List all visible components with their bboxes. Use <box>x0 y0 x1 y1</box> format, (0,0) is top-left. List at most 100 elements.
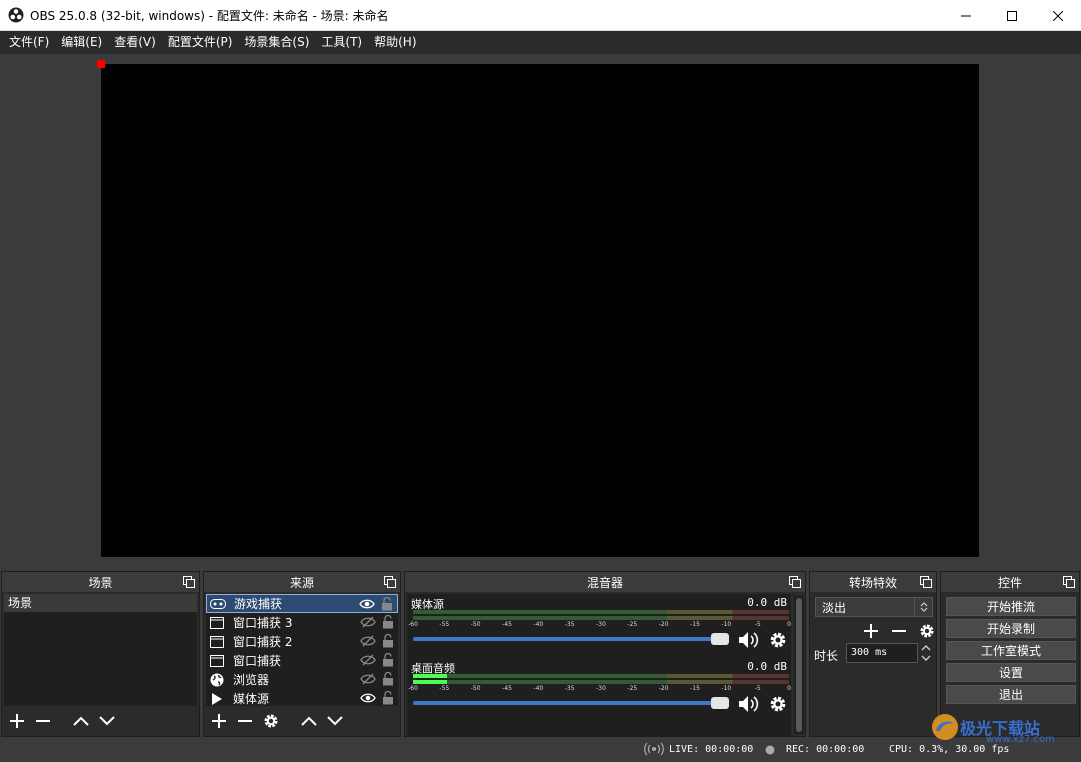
sources-dock: 来源 游戏捕获 窗口捕获 3 窗口捕获 2 窗口捕获 浏览器 媒体源 <box>203 571 401 737</box>
lock-open-icon[interactable] <box>382 615 394 629</box>
source-item-window-capture-2[interactable]: 窗口捕获 2 <box>206 632 398 651</box>
controls-title: 控件 <box>997 575 1022 590</box>
eye-hidden-icon[interactable] <box>360 635 376 647</box>
source-item-window-capture-3[interactable]: 窗口捕获 3 <box>206 613 398 632</box>
float-dock-icon[interactable] <box>384 576 396 588</box>
tick-label: -60 <box>408 621 418 628</box>
gear-icon[interactable] <box>769 631 787 649</box>
eye-hidden-icon[interactable] <box>360 616 376 628</box>
duration-spinner[interactable] <box>918 643 934 663</box>
volume-slider[interactable] <box>413 696 729 710</box>
volume-slider[interactable] <box>413 632 729 646</box>
tick-label: -15 <box>690 621 700 628</box>
scrollbar-thumb[interactable] <box>796 598 802 732</box>
menu-profile[interactable]: 配置文件(P) <box>162 31 239 54</box>
menu-bar: 文件(F) 编辑(E) 查看(V) 配置文件(P) 场景集合(S) 工具(T) … <box>0 31 1081 54</box>
studio-mode-button[interactable]: 工作室模式 <box>946 641 1076 660</box>
add-scene-button[interactable] <box>6 710 28 732</box>
mixer-scrollbar[interactable] <box>794 596 804 734</box>
selection-handle[interactable] <box>97 60 105 68</box>
menu-help[interactable]: 帮助(H) <box>368 31 422 54</box>
minus-icon <box>36 720 50 722</box>
lock-open-icon[interactable] <box>382 653 394 667</box>
broadcast-icon <box>644 742 664 756</box>
eye-hidden-icon[interactable] <box>360 673 376 685</box>
float-dock-icon[interactable] <box>1063 576 1075 588</box>
tick-label: -55 <box>439 685 450 692</box>
move-scene-up-button[interactable] <box>70 710 92 732</box>
rec-status: REC: 00:00:00 <box>786 744 865 755</box>
move-source-down-button[interactable] <box>324 710 346 732</box>
minimize-button[interactable] <box>943 0 989 31</box>
remove-source-button[interactable] <box>234 710 256 732</box>
mixer-channel-desktop-audio: 桌面音频 0.0 dB -60 -55 -50 -45 -40 -35 -30 -25 -20-… <box>407 658 791 720</box>
slider-thumb[interactable] <box>711 633 729 645</box>
menu-view[interactable]: 查看(V) <box>108 31 162 54</box>
gear-icon[interactable] <box>769 695 787 713</box>
scenes-dock-title: 场景 <box>2 572 199 592</box>
source-label: 窗口捕获 <box>233 654 282 668</box>
float-dock-icon[interactable] <box>183 576 195 588</box>
exit-button[interactable]: 退出 <box>946 685 1076 704</box>
move-scene-down-button[interactable] <box>96 710 118 732</box>
meter-fill <box>413 680 447 684</box>
start-recording-button[interactable]: 开始录制 <box>946 619 1076 638</box>
eye-icon[interactable] <box>360 692 376 704</box>
tick-label: -40 <box>533 621 544 628</box>
speaker-icon[interactable] <box>737 694 761 714</box>
source-item-game-capture[interactable]: 游戏捕获 <box>206 594 398 613</box>
slider-thumb[interactable] <box>711 697 729 709</box>
controls-dock-title: 控件 <box>941 572 1079 592</box>
window-icon <box>209 616 225 630</box>
float-dock-icon[interactable] <box>789 576 801 588</box>
source-label: 窗口捕获 2 <box>233 635 293 649</box>
chevron-down-icon[interactable] <box>921 655 931 661</box>
source-item-window-capture[interactable]: 窗口捕获 <box>206 651 398 670</box>
record-dot-icon <box>765 745 775 755</box>
lock-open-icon[interactable] <box>382 691 394 705</box>
close-button[interactable] <box>1035 0 1081 31</box>
window-icon <box>209 654 225 668</box>
scenes-toolbar <box>6 710 118 732</box>
minus-icon <box>892 630 906 632</box>
menu-scene-collection[interactable]: 场景集合(S) <box>238 31 315 54</box>
menu-file[interactable]: 文件(F) <box>3 31 55 54</box>
lock-open-icon[interactable] <box>382 672 394 686</box>
transition-properties-button[interactable] <box>916 620 938 642</box>
chevron-up-icon[interactable] <box>921 645 931 651</box>
lock-open-icon[interactable] <box>382 634 394 648</box>
speaker-icon[interactable] <box>737 630 761 650</box>
source-properties-button[interactable] <box>260 710 282 732</box>
float-dock-icon[interactable] <box>920 576 932 588</box>
updown-icon <box>914 598 932 616</box>
remove-transition-button[interactable] <box>888 620 910 642</box>
preview-area <box>0 54 1081 568</box>
sources-dock-title: 来源 <box>204 572 400 592</box>
eye-icon[interactable] <box>359 598 375 610</box>
source-item-browser[interactable]: 浏览器 <box>206 670 398 689</box>
duration-input[interactable]: 300 ms <box>846 643 918 663</box>
start-streaming-button[interactable]: 开始推流 <box>946 597 1076 616</box>
window-title: OBS 25.0.8 (32-bit, windows) - 配置文件: 未命名… <box>30 8 389 23</box>
scene-list: 场景 <box>4 594 197 706</box>
settings-button[interactable]: 设置 <box>946 663 1076 682</box>
source-item-media-source[interactable]: 媒体源 <box>206 689 398 708</box>
remove-scene-button[interactable] <box>32 710 54 732</box>
menu-tools[interactable]: 工具(T) <box>315 31 368 54</box>
scenes-title: 场景 <box>88 575 113 590</box>
channel-db: 0.0 dB <box>747 596 787 609</box>
title-bar: OBS 25.0.8 (32-bit, windows) - 配置文件: 未命名… <box>0 0 1081 31</box>
transition-select[interactable]: 淡出 <box>815 597 933 617</box>
add-source-button[interactable] <box>208 710 230 732</box>
move-source-up-button[interactable] <box>298 710 320 732</box>
mixer-channels: 媒体源 0.0 dB -60 -55 -50 -45 -40 -35 -30 -25 -20 -1… <box>407 594 791 736</box>
eye-hidden-icon[interactable] <box>360 654 376 666</box>
maximize-button[interactable] <box>989 0 1035 31</box>
preview-canvas[interactable] <box>101 64 979 557</box>
menu-edit[interactable]: 编辑(E) <box>55 31 108 54</box>
duration-label: 时长 <box>814 649 839 663</box>
add-transition-button[interactable] <box>860 620 882 642</box>
lock-open-icon[interactable] <box>381 597 393 611</box>
scene-item[interactable]: 场景 <box>4 594 197 612</box>
tick-label: -20 <box>658 685 669 692</box>
